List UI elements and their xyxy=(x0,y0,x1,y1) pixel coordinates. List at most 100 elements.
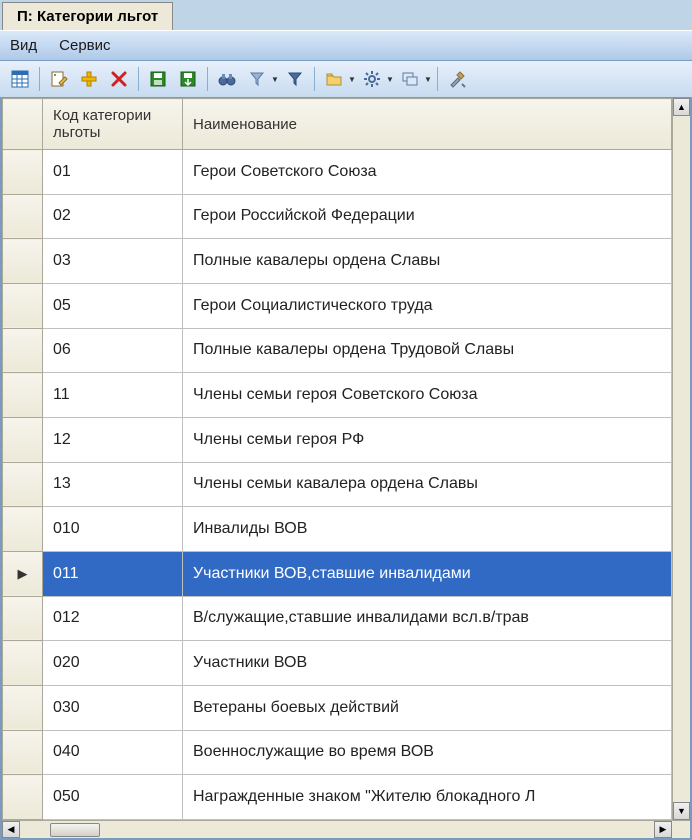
cell-code[interactable]: 030 xyxy=(43,685,183,730)
cell-name[interactable]: Военнослужащие во время ВОВ xyxy=(183,730,672,775)
toolbar-filter-clear-button[interactable] xyxy=(243,65,271,93)
table-row[interactable]: 010Инвалиды ВОВ xyxy=(3,507,672,552)
cell-code[interactable]: 040 xyxy=(43,730,183,775)
column-header-name[interactable]: Наименование xyxy=(183,99,672,150)
cell-code[interactable]: 020 xyxy=(43,641,183,686)
row-indicator[interactable] xyxy=(3,462,43,507)
cell-code[interactable]: 02 xyxy=(43,194,183,239)
cell-code[interactable]: 010 xyxy=(43,507,183,552)
cell-name[interactable]: Полные кавалеры ордена Славы xyxy=(183,239,672,284)
cell-name[interactable]: Полные кавалеры ордена Трудовой Славы xyxy=(183,328,672,373)
dropdown-arrow-icon[interactable]: ▼ xyxy=(271,65,279,93)
cell-name[interactable]: Ветераны боевых действий xyxy=(183,685,672,730)
cell-name[interactable]: Инвалиды ВОВ xyxy=(183,507,672,552)
cell-name[interactable]: Герои Советского Союза xyxy=(183,150,672,195)
cell-code[interactable]: 11 xyxy=(43,373,183,418)
cell-name[interactable]: Герои Российской Федерации xyxy=(183,194,672,239)
toolbar-settings-button[interactable] xyxy=(358,65,386,93)
scroll-track[interactable] xyxy=(20,821,654,838)
table-row[interactable]: 01Герои Советского Союза xyxy=(3,150,672,195)
table-row[interactable]: 03Полные кавалеры ордена Славы xyxy=(3,239,672,284)
table-row[interactable]: ▶011Участники ВОВ,ставшие инвалидами xyxy=(3,551,672,596)
cell-code[interactable]: 13 xyxy=(43,462,183,507)
cell-name[interactable]: Члены семьи героя Советского Союза xyxy=(183,373,672,418)
window-tab[interactable]: П: Категории льгот xyxy=(2,2,173,30)
toolbar-refresh-button[interactable] xyxy=(6,65,34,93)
toolbar-add-button[interactable] xyxy=(75,65,103,93)
scroll-down-button[interactable]: ▼ xyxy=(673,802,690,820)
cell-name[interactable]: Участники ВОВ,ставшие инвалидами xyxy=(183,551,672,596)
scroll-track[interactable] xyxy=(673,116,690,802)
table-row[interactable]: 040Военнослужащие во время ВОВ xyxy=(3,730,672,775)
cell-code[interactable]: 05 xyxy=(43,283,183,328)
row-indicator[interactable] xyxy=(3,373,43,418)
menu-view[interactable]: Вид xyxy=(10,37,37,54)
table-row[interactable]: 12Члены семьи героя РФ xyxy=(3,417,672,462)
cell-name[interactable]: Герои Социалистического труда xyxy=(183,283,672,328)
table-row[interactable]: 02Герои Российской Федерации xyxy=(3,194,672,239)
cell-code[interactable]: 012 xyxy=(43,596,183,641)
toolbar-windows-button[interactable] xyxy=(396,65,424,93)
cell-name[interactable]: Награжденные знаком "Жителю блокадного Л xyxy=(183,775,672,820)
dropdown-arrow-icon[interactable]: ▼ xyxy=(386,65,394,93)
column-header-code[interactable]: Код категории льготы xyxy=(43,99,183,150)
table-row[interactable]: 11Члены семьи героя Советского Союза xyxy=(3,373,672,418)
table-row[interactable]: 13Члены семьи кавалера ордена Славы xyxy=(3,462,672,507)
grid-wrapper: Код категории льготы Наименование 01Геро… xyxy=(2,98,690,820)
table-row[interactable]: 030Ветераны боевых действий xyxy=(3,685,672,730)
scroll-up-button[interactable]: ▲ xyxy=(673,98,690,116)
data-grid[interactable]: Код категории льготы Наименование 01Геро… xyxy=(2,98,672,820)
menu-service[interactable]: Сервис xyxy=(59,37,110,54)
toolbar-folder-button[interactable] xyxy=(320,65,348,93)
row-indicator[interactable] xyxy=(3,685,43,730)
cell-name[interactable]: Члены семьи героя РФ xyxy=(183,417,672,462)
table-row[interactable]: 012В/служащие,ставшие инвалидами всл.в/т… xyxy=(3,596,672,641)
folder-icon xyxy=(325,71,343,87)
toolbar-separator xyxy=(39,67,40,91)
row-indicator[interactable]: ▶ xyxy=(3,551,43,596)
edit-icon xyxy=(50,70,68,88)
cell-code[interactable]: 050 xyxy=(43,775,183,820)
cell-code[interactable]: 011 xyxy=(43,551,183,596)
row-indicator[interactable] xyxy=(3,596,43,641)
toolbar: ▼ ▼ ▼ ▼ xyxy=(0,61,692,98)
horizontal-scrollbar[interactable]: ◀ ▶ xyxy=(2,820,690,838)
cell-code[interactable]: 03 xyxy=(43,239,183,284)
scroll-right-button[interactable]: ▶ xyxy=(654,821,672,838)
cell-code[interactable]: 12 xyxy=(43,417,183,462)
toolbar-edit-button[interactable] xyxy=(45,65,73,93)
row-indicator[interactable] xyxy=(3,239,43,284)
scroll-corner xyxy=(672,821,690,838)
row-indicator[interactable] xyxy=(3,328,43,373)
dropdown-arrow-icon[interactable]: ▼ xyxy=(424,65,432,93)
toolbar-save-button[interactable] xyxy=(144,65,172,93)
row-indicator[interactable] xyxy=(3,507,43,552)
row-indicator[interactable] xyxy=(3,194,43,239)
dropdown-arrow-icon[interactable]: ▼ xyxy=(348,65,356,93)
saveas-icon xyxy=(179,70,197,88)
table-row[interactable]: 020Участники ВОВ xyxy=(3,641,672,686)
cell-code[interactable]: 06 xyxy=(43,328,183,373)
table-row[interactable]: 050Награжденные знаком "Жителю блокадног… xyxy=(3,775,672,820)
window: П: Категории льгот Вид Сервис xyxy=(0,0,692,840)
cell-name[interactable]: Члены семьи кавалера ордена Славы xyxy=(183,462,672,507)
cell-name[interactable]: В/служащие,ставшие инвалидами всл.в/трав xyxy=(183,596,672,641)
row-indicator[interactable] xyxy=(3,775,43,820)
toolbar-delete-button[interactable] xyxy=(105,65,133,93)
table-row[interactable]: 05Герои Социалистического труда xyxy=(3,283,672,328)
toolbar-find-button[interactable] xyxy=(213,65,241,93)
toolbar-saveas-button[interactable] xyxy=(174,65,202,93)
row-indicator[interactable] xyxy=(3,283,43,328)
cell-name[interactable]: Участники ВОВ xyxy=(183,641,672,686)
row-indicator[interactable] xyxy=(3,417,43,462)
scroll-thumb[interactable] xyxy=(50,823,100,837)
toolbar-filter-button[interactable] xyxy=(281,65,309,93)
row-indicator[interactable] xyxy=(3,730,43,775)
row-indicator[interactable] xyxy=(3,641,43,686)
scroll-left-button[interactable]: ◀ xyxy=(2,821,20,838)
row-indicator[interactable] xyxy=(3,150,43,195)
cell-code[interactable]: 01 xyxy=(43,150,183,195)
vertical-scrollbar[interactable]: ▲ ▼ xyxy=(672,98,690,820)
table-row[interactable]: 06Полные кавалеры ордена Трудовой Славы xyxy=(3,328,672,373)
toolbar-tools-button[interactable] xyxy=(443,65,471,93)
